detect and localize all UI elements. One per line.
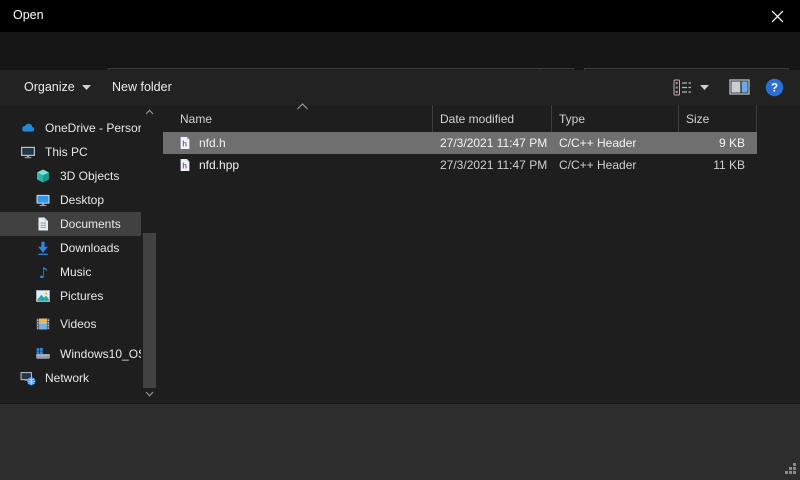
sidebar-list: OneDrive - Persor This PC 3D Objects xyxy=(0,112,141,390)
file-row[interactable]: h nfd.h 27/3/2021 11:47 PM C/C++ Header 9… xyxy=(163,132,757,154)
sidebar-item-label: Desktop xyxy=(60,193,104,207)
change-view-dropdown[interactable] xyxy=(694,73,714,101)
file-type: C/C++ Header xyxy=(552,158,679,172)
sidebar-item[interactable]: Desktop xyxy=(0,188,141,212)
sidebar-item[interactable]: Documents xyxy=(0,212,141,236)
scrollbar-down-button[interactable] xyxy=(142,387,157,400)
new-folder-label: New folder xyxy=(112,80,172,94)
caret-down-icon xyxy=(82,85,91,90)
chevron-up-icon xyxy=(145,109,154,115)
window-title: Open xyxy=(13,8,44,22)
file-list: Name Date modified Type Size h nfd.h 27/3… xyxy=(160,105,800,403)
videos-icon xyxy=(35,316,51,332)
column-header-type[interactable]: Type xyxy=(552,105,679,132)
scrollbar-thumb[interactable] xyxy=(143,233,156,388)
desktop-icon xyxy=(35,192,51,208)
file-size: 11 KB xyxy=(679,158,751,172)
svg-text:h: h xyxy=(182,140,187,149)
file-name: nfd.hpp xyxy=(199,158,239,172)
sidebar-item[interactable]: Pictures xyxy=(0,284,141,308)
header-file-icon: h xyxy=(178,158,192,172)
column-header-size[interactable]: Size xyxy=(679,105,757,132)
sidebar-scrollbar[interactable] xyxy=(142,105,157,403)
file-date-modified: 27/3/2021 11:47 PM xyxy=(433,136,552,150)
caret-down-icon xyxy=(700,85,709,90)
sidebar-item[interactable]: OneDrive - Persor xyxy=(0,116,141,140)
this-pc-icon xyxy=(20,144,36,160)
sidebar-item[interactable]: 3D Objects xyxy=(0,164,141,188)
sidebar-item-label: This PC xyxy=(45,145,88,159)
preview-pane-button[interactable] xyxy=(726,73,752,101)
file-name: nfd.h xyxy=(199,136,226,150)
chevron-down-icon xyxy=(145,391,154,397)
network-icon xyxy=(20,370,36,386)
column-header-date-modified[interactable]: Date modified xyxy=(433,105,552,132)
close-icon xyxy=(771,10,784,23)
header-file-icon: h xyxy=(178,136,192,150)
help-icon: ? xyxy=(765,78,784,97)
cube-icon xyxy=(35,168,51,184)
file-type: C/C++ Header xyxy=(552,136,679,150)
sidebar-item-label: OneDrive - Persor xyxy=(45,121,141,135)
sidebar-item[interactable]: Downloads xyxy=(0,236,141,260)
onedrive-icon xyxy=(20,120,36,136)
organize-button[interactable]: Organize xyxy=(24,70,91,104)
navigation-pane: OneDrive - Persor This PC 3D Objects xyxy=(0,105,158,403)
command-toolbar: Organize New folder ? xyxy=(0,70,800,106)
open-file-dialog: Open « GitHub nativefiledialog xyxy=(0,0,800,480)
svg-text:h: h xyxy=(182,162,187,171)
new-folder-button[interactable]: New folder xyxy=(112,70,172,104)
change-view-button[interactable] xyxy=(670,73,694,101)
sidebar-item-label: Windows10_OS ( xyxy=(60,347,141,361)
details-view-icon xyxy=(673,79,692,96)
sidebar-item-label: Pictures xyxy=(60,289,103,303)
file-date-modified: 27/3/2021 11:47 PM xyxy=(433,158,552,172)
sidebar-item-label: Music xyxy=(60,265,91,279)
svg-text:?: ? xyxy=(770,82,777,94)
organize-label: Organize xyxy=(24,80,75,94)
sidebar-item-label: Videos xyxy=(60,317,96,331)
sidebar-item-label: Network xyxy=(45,371,89,385)
content-area: OneDrive - Persor This PC 3D Objects xyxy=(0,105,800,403)
sidebar-item[interactable]: Windows10_OS ( xyxy=(0,342,141,366)
sidebar-item[interactable]: This PC xyxy=(0,140,141,164)
drive-icon xyxy=(35,346,51,362)
column-headers: Name Date modified Type Size xyxy=(160,105,800,132)
view-controls: ? xyxy=(670,70,786,104)
sidebar-item-label: Downloads xyxy=(60,241,119,255)
file-row[interactable]: h nfd.hpp 27/3/2021 11:47 PM C/C++ Header… xyxy=(163,154,757,176)
sidebar-item[interactable]: Videos xyxy=(0,312,141,336)
dialog-footer: File name: Headers (*.h;*.hpp) Open Canc… xyxy=(0,403,800,480)
preview-pane-icon xyxy=(729,79,750,95)
file-size: 9 KB xyxy=(679,136,751,150)
sidebar-item[interactable]: ♪ Music xyxy=(0,260,141,284)
pictures-icon xyxy=(35,288,51,304)
help-button[interactable]: ? xyxy=(762,73,786,101)
titlebar: Open xyxy=(0,0,800,32)
sort-ascending-icon xyxy=(296,99,309,113)
scrollbar-up-button[interactable] xyxy=(142,105,157,118)
sidebar-item-label: Documents xyxy=(60,217,121,231)
close-button[interactable] xyxy=(754,0,800,32)
sidebar-item-label: 3D Objects xyxy=(60,169,119,183)
documents-icon xyxy=(35,216,51,232)
navigation-bar: « GitHub nativefiledialog src xyxy=(0,32,800,70)
music-icon: ♪ xyxy=(35,264,51,280)
sidebar-item[interactable]: Network xyxy=(0,366,141,390)
resize-grip[interactable] xyxy=(784,462,797,478)
downloads-icon xyxy=(35,240,51,256)
file-rows: h nfd.h 27/3/2021 11:47 PM C/C++ Header 9… xyxy=(160,132,800,176)
svg-text:♪: ♪ xyxy=(39,264,49,280)
